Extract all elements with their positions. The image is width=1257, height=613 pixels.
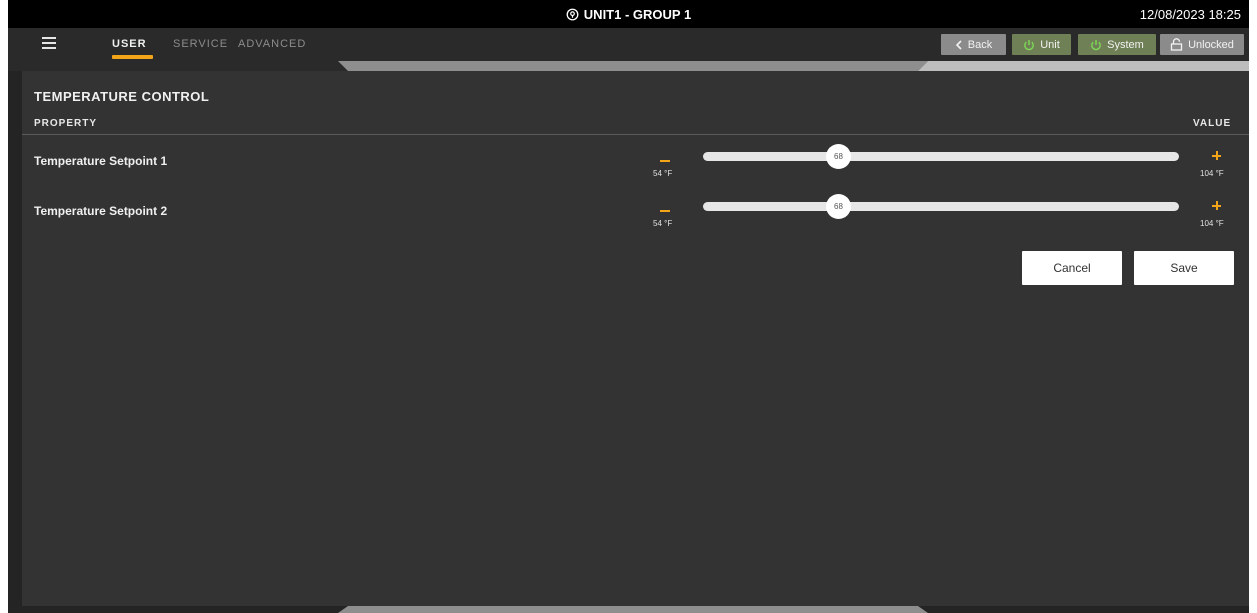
setpoint-label: Temperature Setpoint 2: [34, 204, 168, 218]
decorative-footer-strip: [8, 606, 1249, 613]
setpoint-slider-track[interactable]: [703, 152, 1179, 161]
section-title: TEMPERATURE CONTROL: [34, 89, 210, 104]
min-limit-label: 54 °F: [653, 219, 673, 228]
property-column-header: PROPERTY: [34, 118, 98, 129]
setpoint-slider-handle[interactable]: 68: [826, 144, 851, 169]
datetime: 12/08/2023 18:25: [1139, 6, 1241, 22]
tab-user[interactable]: USER: [112, 38, 147, 50]
lock-status-button[interactable]: Unlocked: [1160, 34, 1244, 55]
setpoint-label: Temperature Setpoint 1: [34, 154, 168, 168]
tab-advanced[interactable]: ADVANCED: [238, 38, 306, 50]
location-title: UNIT1 - GROUP 1: [8, 0, 1249, 28]
setpoint-slider-track[interactable]: [703, 202, 1179, 211]
location-label: UNIT1 - GROUP 1: [583, 6, 692, 22]
unit-power-button[interactable]: Unit: [1012, 34, 1071, 55]
save-button[interactable]: Save: [1134, 251, 1234, 285]
system-label: System: [1107, 38, 1144, 51]
chevron-left-icon: [955, 39, 963, 50]
plus-icon-stem: [1215, 201, 1218, 210]
decorative-header-strip: [8, 61, 1249, 71]
cancel-button[interactable]: Cancel: [1022, 251, 1122, 285]
tab-service[interactable]: SERVICE: [173, 38, 228, 50]
unit-label: Unit: [1040, 38, 1060, 51]
header-divider: [22, 134, 1249, 135]
system-power-button[interactable]: System: [1078, 34, 1156, 55]
value-column-header: VALUE: [1193, 118, 1232, 129]
back-button[interactable]: Back: [941, 34, 1006, 55]
setpoint-slider-handle[interactable]: 68: [826, 194, 851, 219]
power-icon: [1023, 39, 1035, 51]
decrease-button[interactable]: [660, 210, 670, 212]
min-limit-label: 54 °F: [653, 169, 673, 178]
unlock-icon: [1170, 38, 1183, 51]
back-label: Back: [967, 38, 993, 51]
power-icon: [1090, 39, 1102, 51]
hamburger-menu-icon[interactable]: [42, 37, 56, 49]
plus-icon-stem: [1215, 151, 1218, 160]
nav-bar: USER SERVICE ADVANCED Back Unit System U…: [8, 28, 1249, 61]
lock-label: Unlocked: [1188, 38, 1234, 51]
max-limit-label: 104 °F: [1200, 169, 1224, 178]
decrease-button[interactable]: [660, 160, 670, 162]
location-pin-icon: [566, 8, 579, 20]
max-limit-label: 104 °F: [1200, 219, 1224, 228]
title-bar: UNIT1 - GROUP 1 12/08/2023 18:25: [8, 0, 1249, 28]
active-tab-indicator: [112, 55, 153, 59]
